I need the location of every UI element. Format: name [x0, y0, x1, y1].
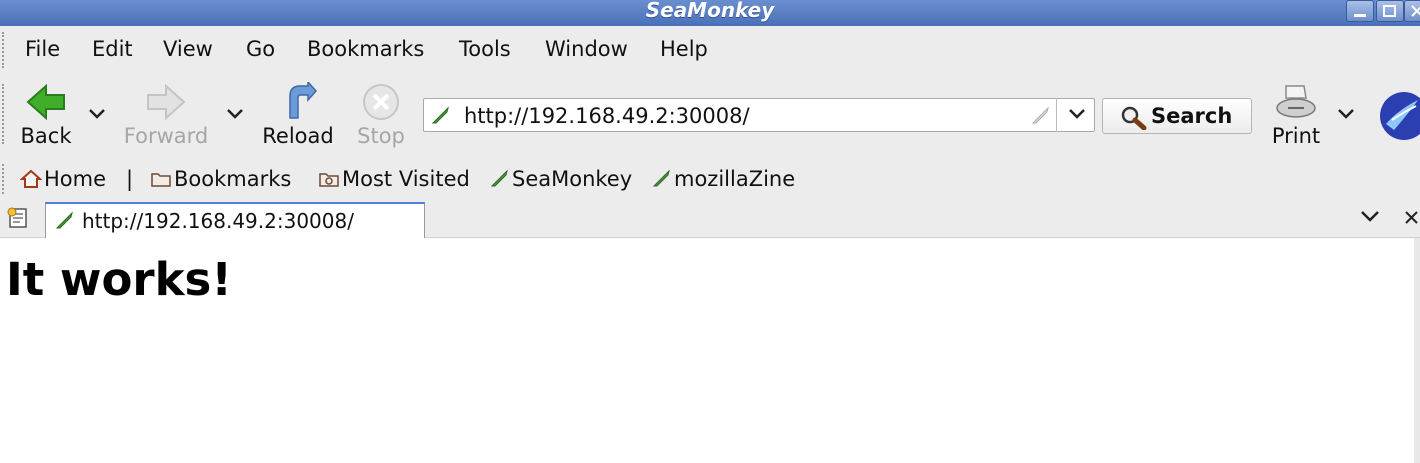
url-history-dropdown[interactable] [1056, 98, 1096, 132]
menu-tools[interactable]: Tools [459, 36, 511, 62]
url-input[interactable] [464, 103, 1024, 129]
tab-bar: http://192.168.49.2:30008/ [0, 198, 1420, 238]
folder-icon [151, 173, 171, 187]
bookmark-folder-most-visited[interactable]: Most Visited [318, 166, 470, 192]
seamonkey-logo-icon[interactable] [1378, 90, 1420, 142]
bookmark-folder-bookmarks[interactable]: Bookmarks [150, 166, 291, 192]
new-tab-icon[interactable] [6, 206, 32, 230]
maximize-button[interactable] [1376, 0, 1404, 22]
minimize-icon [1354, 14, 1366, 17]
tab-active[interactable]: http://192.168.49.2:30008/ [45, 202, 425, 238]
tab-list-chevron-down-icon[interactable] [1360, 210, 1380, 224]
window-edge [1414, 238, 1420, 463]
site-leaf-icon [431, 106, 449, 124]
reload-icon [289, 82, 318, 119]
close-tab-icon[interactable] [1404, 209, 1420, 225]
print-options-chevron-down-icon[interactable] [1337, 108, 1355, 120]
bookmark-seamonkey[interactable]: SeaMonkey [488, 166, 632, 192]
chevron-down-icon [1069, 109, 1085, 119]
title-bar: SeaMonkey [0, 0, 1420, 26]
tab-leaf-icon [55, 211, 73, 229]
reload-button[interactable]: Reload [258, 82, 338, 148]
magnifier-icon [1121, 106, 1147, 130]
print-button[interactable]: Print [1266, 82, 1326, 148]
close-window-button[interactable] [1404, 0, 1420, 22]
close-icon [1411, 5, 1420, 17]
reload-label: Reload [262, 124, 334, 148]
menu-edit[interactable]: Edit [92, 36, 133, 62]
back-history-chevron-down-icon[interactable] [88, 108, 106, 120]
forward-history-chevron-down-icon[interactable] [226, 108, 244, 120]
menu-window[interactable]: Window [545, 36, 628, 62]
bookmarks-grip[interactable] [2, 164, 7, 194]
menu-file[interactable]: File [25, 36, 60, 62]
browser-window: SeaMonkey File Edit View Go Bookmarks To… [0, 0, 1420, 463]
printer-icon [1276, 85, 1316, 118]
window-title: SeaMonkey [645, 0, 775, 22]
url-bar[interactable] [423, 98, 1095, 132]
home-icon [19, 169, 43, 188]
bookmark-home[interactable]: Home [19, 166, 106, 192]
back-button[interactable]: Back [14, 82, 78, 148]
bookmark-page-icon[interactable] [1030, 106, 1050, 126]
navigation-toolbar: Back Forward Reload Stop http://192.168.… [0, 72, 1420, 160]
menubar-grip[interactable] [2, 32, 7, 68]
stop-label: Stop [357, 124, 405, 148]
back-arrow-icon [26, 83, 65, 121]
bookmark-separator: | [126, 167, 134, 191]
search-label: Search [1151, 104, 1233, 128]
bookmark-leaf-icon [652, 169, 670, 187]
menu-view[interactable]: View [163, 36, 213, 62]
forward-label: Forward [123, 124, 209, 148]
minimize-button[interactable] [1346, 0, 1374, 22]
menu-help[interactable]: Help [660, 36, 708, 62]
folder-icon [319, 173, 339, 187]
menu-bookmarks[interactable]: Bookmarks [307, 36, 424, 62]
page-content: It works! [0, 238, 1420, 463]
maximize-icon [1383, 5, 1396, 17]
bookmark-mozillazine[interactable]: mozillaZine [650, 166, 795, 192]
forward-arrow-icon [147, 83, 186, 121]
menu-bar: File Edit View Go Bookmarks Tools Window… [0, 26, 1420, 72]
bookmarks-toolbar: Home | Bookmarks Most Visited SeaMonkey … [0, 160, 1420, 198]
stop-icon [363, 84, 399, 120]
back-label: Back [20, 124, 72, 148]
tab-label: http://192.168.49.2:30008/ [82, 209, 354, 233]
bookmark-leaf-icon [490, 169, 508, 187]
print-label: Print [1271, 124, 1321, 148]
search-button[interactable]: Search [1102, 98, 1252, 134]
forward-button[interactable]: Forward [120, 82, 212, 148]
stop-button[interactable]: Stop [352, 82, 410, 148]
page-heading: It works! [6, 253, 232, 306]
navbar-grip[interactable] [2, 84, 7, 144]
menu-go[interactable]: Go [246, 36, 275, 62]
